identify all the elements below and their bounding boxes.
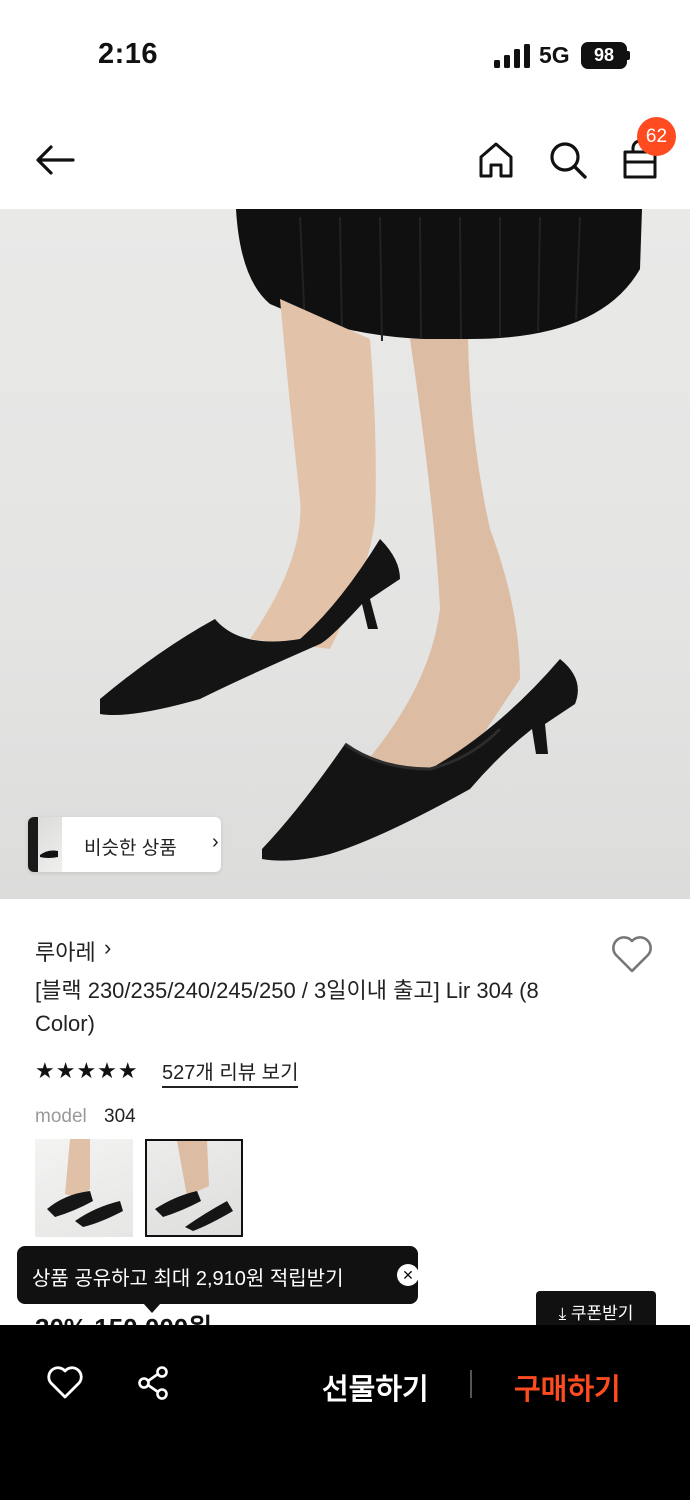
share-icon[interactable] [135,1365,171,1401]
close-icon[interactable]: ✕ [397,1264,419,1286]
heart-wishlist-icon[interactable] [610,934,654,974]
share-reward-tooltip: 상품 공유하고 최대 2,910원 적립받기 ✕ [17,1246,419,1304]
color-option-thumbnail-selected[interactable] [145,1139,243,1237]
cart-count-badge: 62 [637,117,676,156]
top-nav-bar [0,110,690,210]
product-photo [100,209,642,861]
network-type: 5G [539,42,570,68]
chevron-right-icon[interactable]: › [104,935,111,961]
back-arrow-icon[interactable] [33,138,77,182]
price-text: 30% 150,000원 [35,1313,212,1325]
similar-product-thumbnail [28,817,62,872]
color-option-thumbnail[interactable] [35,1139,133,1237]
status-bar: 2:16 5G 98 [0,0,690,110]
model-value: 304 [104,1106,136,1127]
battery-tip [627,51,630,60]
model-label: model [35,1106,87,1127]
heart-icon[interactable] [47,1365,83,1401]
similar-products-button[interactable]: 비슷한 상품 › [28,817,221,872]
search-icon[interactable] [546,138,590,182]
home-icon[interactable] [474,138,518,182]
status-time: 2:16 [98,38,159,70]
brand-name[interactable]: 루아레 [35,935,96,967]
bottom-action-bar [0,1325,690,1500]
product-title: [블랙 230/235/240/245/250 / 3일이내 출고] Lir 3… [35,978,539,1036]
review-link[interactable]: 527개 리뷰 보기 [162,1056,299,1088]
product-hero-image[interactable] [0,209,690,899]
gift-button[interactable]: 선물하기 [322,1366,429,1408]
tooltip-text: 상품 공유하고 최대 2,910원 적립받기 [32,1268,344,1290]
bottom-bar-divider [470,1370,472,1398]
buy-button[interactable]: 구매하기 [514,1366,621,1408]
rating-stars-icon: ★★★★★ [35,1058,139,1083]
similar-products-label: 비슷한 상품 [84,838,177,859]
battery-icon: 98 [581,42,627,69]
signal-icon [494,44,530,68]
tooltip-arrow [143,1303,161,1313]
chevron-right-icon: › [212,831,219,853]
